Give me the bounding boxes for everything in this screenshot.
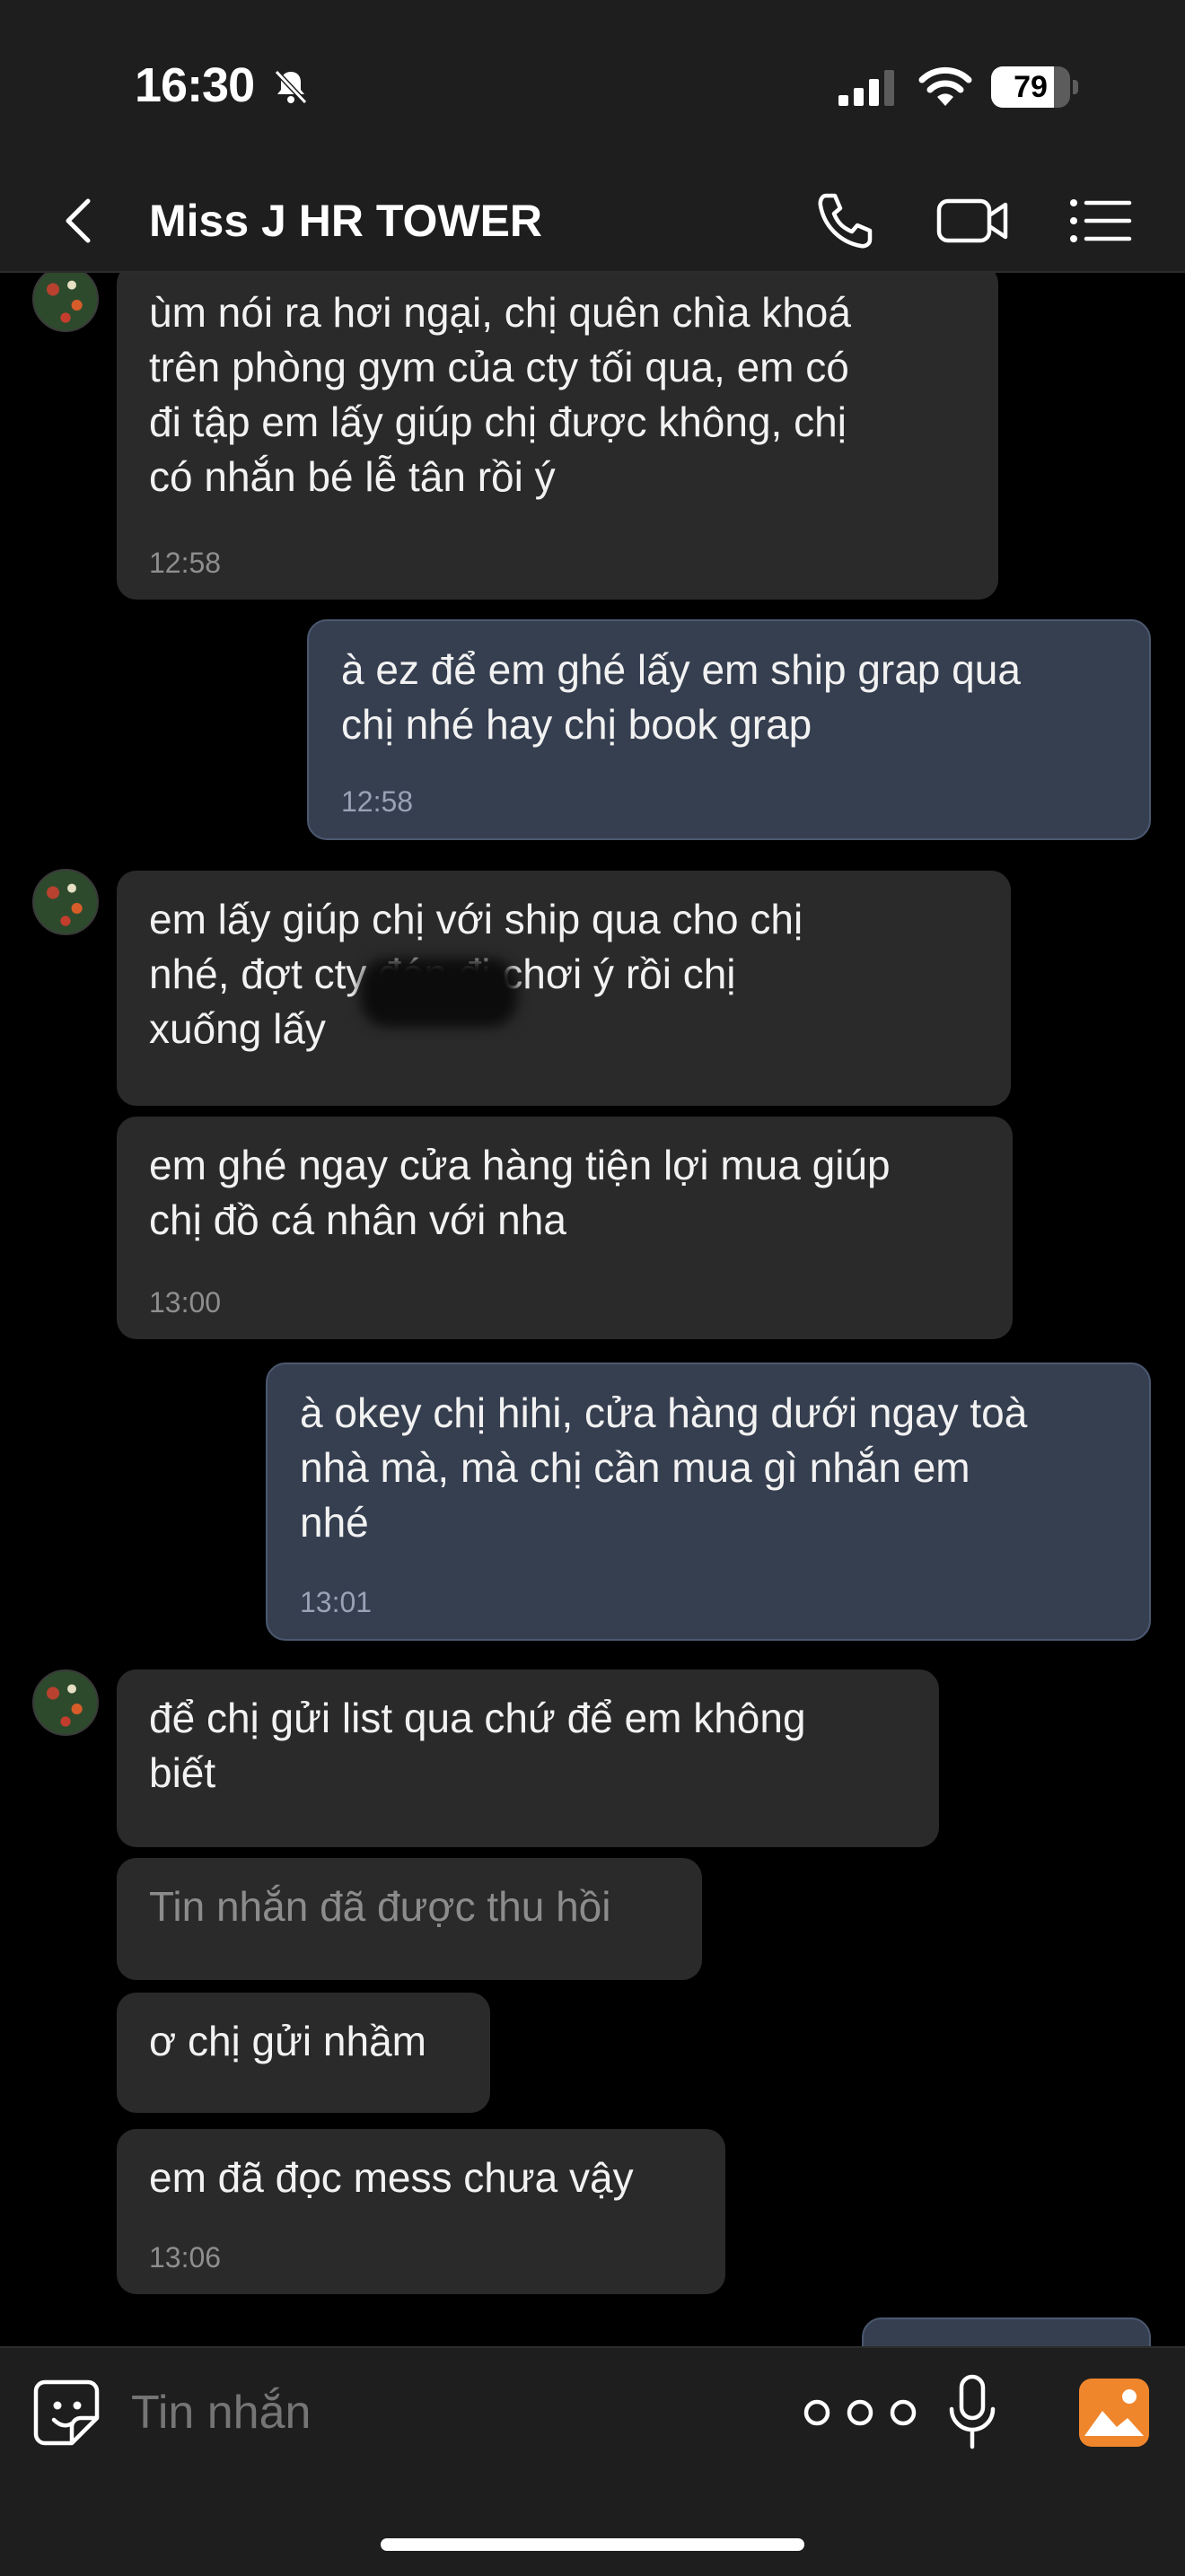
bell-slash-icon	[274, 69, 308, 105]
message-text: à ez để em ghé lấy em ship grap qua chị …	[341, 646, 1021, 748]
image-icon[interactable]	[1079, 2379, 1149, 2447]
cellular-signal-icon	[838, 70, 894, 106]
message-text: à okey chị hihi, cửa hàng dưới ngay toà …	[300, 1389, 1028, 1546]
message-text: em đã đọc mess chưa vậy	[149, 2154, 634, 2201]
message-composer	[0, 2346, 1185, 2576]
chat-title[interactable]: Miss J HR TOWER	[149, 188, 542, 253]
message-text: ùm nói ra hơi ngại, chị quên chìa khoá t…	[149, 289, 851, 500]
wifi-icon	[918, 66, 972, 106]
message-time: 13:06	[149, 2241, 222, 2274]
video-camera-icon[interactable]	[935, 190, 1009, 251]
list-menu-icon[interactable]	[1068, 190, 1133, 251]
message-bubble-sent-partial[interactable]	[862, 2318, 1151, 2346]
message-time: 13:01	[300, 1586, 373, 1618]
avatar[interactable]	[32, 869, 99, 935]
message-bubble-received[interactable]: ùm nói ra hơi ngại, chị quên chìa khoá t…	[117, 273, 998, 600]
battery-icon: 79	[991, 66, 1078, 108]
message-bubble-sent[interactable]: à okey chị hihi, cửa hàng dưới ngay toà …	[266, 1362, 1151, 1641]
message-bubble-received[interactable]: em ghé ngay cửa hàng tiện lợi mua giúp c…	[117, 1117, 1013, 1339]
status-bar: 16:30 79	[0, 0, 1185, 171]
message-text: ơ chị gửi nhầm	[149, 2018, 426, 2064]
message-bubble-recalled[interactable]: Tin nhắn đã được thu hồi	[117, 1858, 702, 1980]
avatar[interactable]	[32, 273, 99, 332]
message-bubble-received[interactable]: ơ chị gửi nhầm	[117, 1993, 490, 2113]
status-time: 16:30	[135, 58, 255, 112]
chevron-left-icon[interactable]	[54, 188, 108, 253]
message-bubble-sent[interactable]: à ez để em ghé lấy em ship grap qua chị …	[307, 619, 1151, 840]
message-bubble-received[interactable]: để chị gửi list qua chứ để em không biết	[117, 1669, 939, 1847]
message-text: để chị gửi list qua chứ để em không biết	[149, 1695, 806, 1796]
message-input[interactable]	[131, 2375, 759, 2450]
message-time: 12:58	[341, 785, 414, 818]
message-list[interactable]: ùm nói ra hơi ngại, chị quên chìa khoá t…	[0, 273, 1185, 2346]
chat-header: Miss J HR TOWER	[0, 171, 1185, 273]
microphone-icon[interactable]	[946, 2373, 998, 2452]
battery-percent: 79	[1014, 70, 1048, 104]
message-text: Tin nhắn đã được thu hồi	[149, 1883, 611, 1930]
message-time: 13:00	[149, 1286, 222, 1319]
redacted-blur	[361, 959, 517, 1027]
message-text: em lấy giúp chị với ship qua cho chị nhé…	[149, 896, 803, 1052]
more-dots-icon[interactable]	[799, 2393, 921, 2432]
message-bubble-received[interactable]: em lấy giúp chị với ship qua cho chị nhé…	[117, 871, 1011, 1106]
message-text: em ghé ngay cửa hàng tiện lợi mua giúp c…	[149, 1142, 891, 1243]
phone-icon[interactable]	[813, 190, 876, 251]
message-time: 12:58	[149, 547, 222, 579]
sticker-smile-icon[interactable]	[32, 2379, 101, 2447]
avatar[interactable]	[32, 1669, 99, 1736]
home-indicator	[381, 2538, 804, 2551]
message-bubble-received[interactable]: em đã đọc mess chưa vậy 13:06	[117, 2129, 725, 2294]
